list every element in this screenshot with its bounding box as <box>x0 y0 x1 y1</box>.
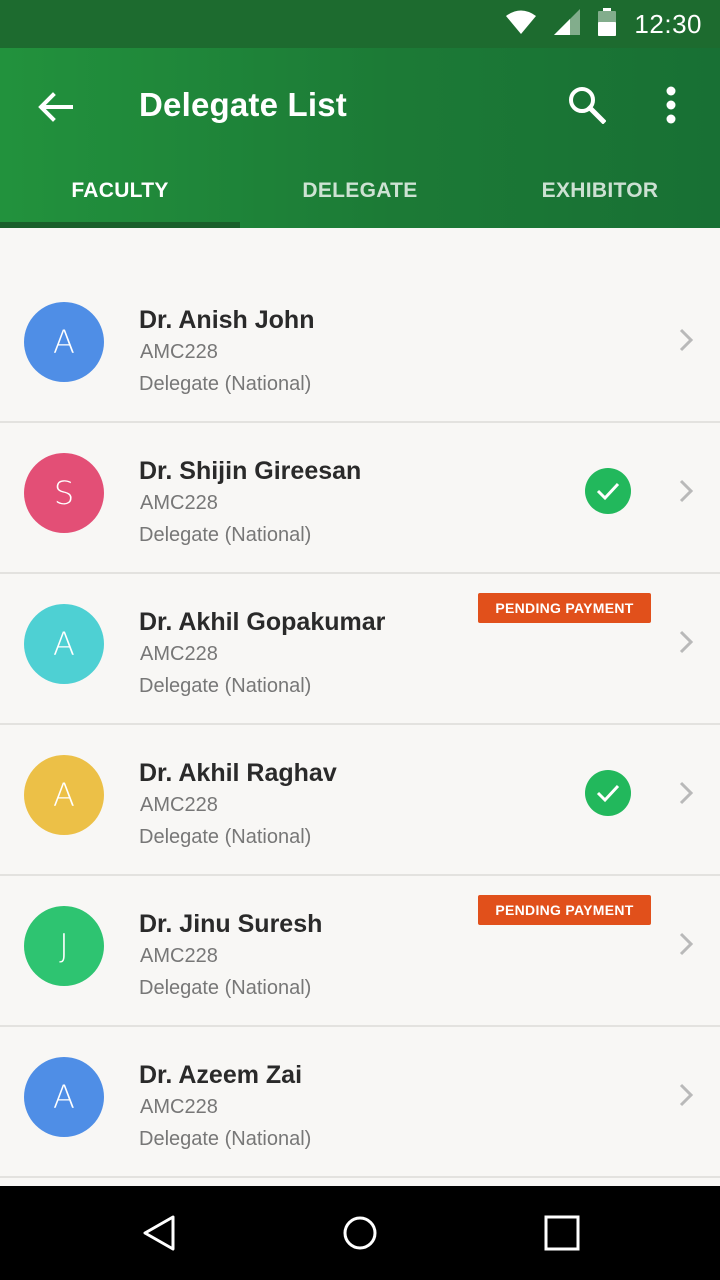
nav-home-icon <box>343 1216 377 1250</box>
more-vert-icon <box>666 86 676 124</box>
avatar: S <box>24 453 104 533</box>
clock-time: 12:30 <box>634 8 702 39</box>
chevron-right-icon <box>674 626 698 658</box>
delegate-list-item[interactable]: A Dr. Akhil Raghav AMC228 Delegate (Nati… <box>0 725 720 876</box>
delegate-name: Dr. Shijin Gireesan <box>139 457 362 485</box>
delegate-name: Dr. Anish John <box>139 306 315 334</box>
app-bar: Delegate List FACULTY DELEGATE EXHIBITOR <box>0 48 720 228</box>
delegate-name: Dr. Jinu Suresh <box>139 910 323 938</box>
system-nav-bar <box>0 1186 720 1280</box>
avatar: A <box>24 302 104 382</box>
status-bar: 12:30 <box>0 0 720 48</box>
verified-check-icon <box>585 770 631 816</box>
pending-payment-badge: PENDING PAYMENT <box>478 895 651 925</box>
delegate-list-item[interactable]: A Dr. Azeem Zai AMC228 Delegate (Nationa… <box>0 1027 720 1178</box>
page-title: Delegate List <box>139 86 347 123</box>
nav-recents-icon <box>544 1215 580 1251</box>
tab-delegate[interactable]: DELEGATE <box>240 160 480 228</box>
arrow-back-icon <box>38 92 73 122</box>
avatar: A <box>24 1057 104 1137</box>
delegate-list: A Dr. Anish John AMC228 Delegate (Nation… <box>0 272 720 1178</box>
chevron-right-icon <box>674 928 698 960</box>
delegate-code: AMC228 <box>140 794 218 816</box>
search-icon <box>569 87 606 124</box>
status-icons: 12:30 <box>506 7 702 41</box>
avatar: A <box>24 755 104 835</box>
more-options-button[interactable] <box>648 80 694 130</box>
nav-home-button[interactable] <box>335 1210 385 1256</box>
avatar-initial: A <box>53 625 75 663</box>
delegate-role: Delegate (National) <box>139 675 312 697</box>
delegate-list-item[interactable]: A Dr. Akhil Gopakumar AMC228 Delegate (N… <box>0 574 720 725</box>
delegate-role: Delegate (National) <box>139 826 312 848</box>
delegate-code: AMC228 <box>140 492 218 514</box>
tab-exhibitor[interactable]: EXHIBITOR <box>480 160 720 228</box>
chevron-right-icon <box>674 777 698 809</box>
delegate-code: AMC228 <box>140 341 218 363</box>
chevron-right-icon <box>674 475 698 507</box>
avatar-initial: S <box>53 474 75 512</box>
chevron-right-icon <box>674 324 698 356</box>
delegate-list-item[interactable]: J Dr. Jinu Suresh AMC228 Delegate (Natio… <box>0 876 720 1027</box>
delegate-role: Delegate (National) <box>139 524 312 546</box>
delegate-name: Dr. Azeem Zai <box>139 1061 303 1089</box>
delegate-role: Delegate (National) <box>139 1128 312 1150</box>
pending-payment-badge: PENDING PAYMENT <box>478 593 651 623</box>
wifi-icon <box>506 10 537 39</box>
delegate-list-item[interactable]: A Dr. Anish John AMC228 Delegate (Nation… <box>0 272 720 423</box>
back-button[interactable] <box>30 82 80 132</box>
verified-check-icon <box>585 468 631 514</box>
delegate-role: Delegate (National) <box>139 373 312 395</box>
battery-icon <box>598 7 617 41</box>
delegate-code: AMC228 <box>140 643 218 665</box>
avatar: J <box>24 906 104 986</box>
delegate-name: Dr. Akhil Gopakumar <box>139 608 386 636</box>
search-button[interactable] <box>562 80 612 130</box>
avatar-initial: A <box>53 323 75 361</box>
delegate-code: AMC228 <box>140 1096 218 1118</box>
cell-signal-icon <box>554 8 581 40</box>
avatar-initial: A <box>53 1078 75 1116</box>
nav-recents-button[interactable] <box>537 1210 587 1256</box>
tab-faculty[interactable]: FACULTY <box>0 160 240 228</box>
avatar: A <box>24 604 104 684</box>
nav-back-button[interactable] <box>134 1210 184 1256</box>
nav-back-icon <box>143 1215 175 1251</box>
tab-bar: FACULTY DELEGATE EXHIBITOR <box>0 160 720 228</box>
delegate-role: Delegate (National) <box>139 977 312 999</box>
delegate-list-item[interactable]: S Dr. Shijin Gireesan AMC228 Delegate (N… <box>0 423 720 574</box>
delegate-code: AMC228 <box>140 945 218 967</box>
avatar-initial: A <box>53 776 75 814</box>
chevron-right-icon <box>674 1079 698 1111</box>
delegate-name: Dr. Akhil Raghav <box>139 759 337 787</box>
avatar-initial: J <box>59 927 69 965</box>
